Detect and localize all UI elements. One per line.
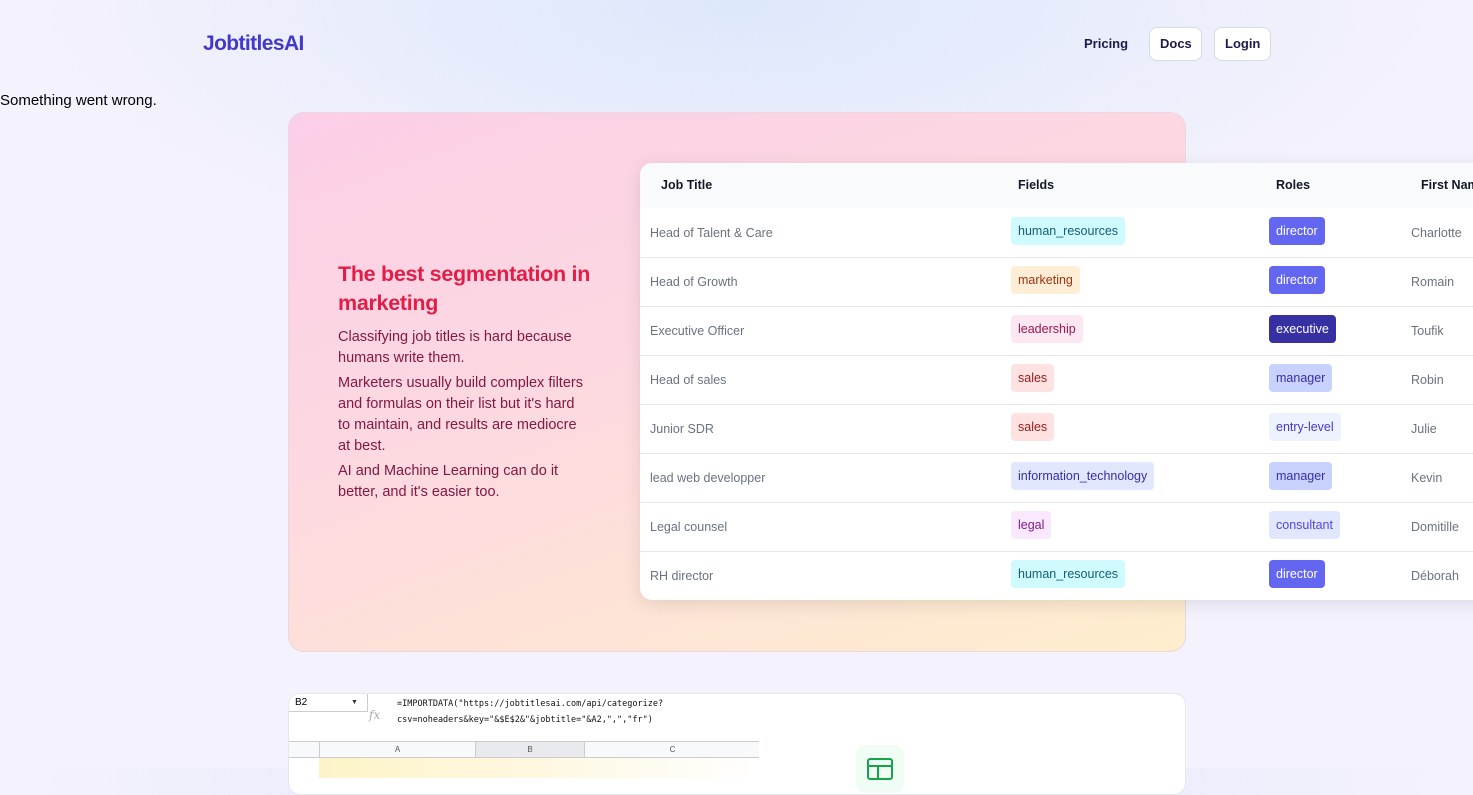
job-title-cell: Head of Growth <box>650 275 738 289</box>
table-row: Head of Growth marketing director Romain <box>640 257 1473 307</box>
docs-button[interactable]: Docs <box>1149 27 1202 61</box>
field-badge: human_resources <box>1011 560 1126 588</box>
table-header: Job Title Fields Roles First Nam <box>640 163 1473 208</box>
hero-paragraph: Classifying job titles is hard because h… <box>338 329 572 366</box>
table-row: Executive Officer leadership executive Touf… <box>640 306 1473 356</box>
column-header-roles: Roles <box>1276 178 1311 192</box>
example-table: Job Title Fields Roles First Nam Head of… <box>640 163 1473 600</box>
column-header-job-title: Job Title <box>661 178 713 192</box>
role-badge: manager <box>1269 364 1333 392</box>
field-badge: human_resources <box>1011 217 1126 245</box>
role-badge: executive <box>1269 315 1336 343</box>
field-badge: leadership <box>1011 315 1083 343</box>
first-name-cell: Julie <box>1411 422 1437 436</box>
job-title-cell: Legal counsel <box>650 520 728 534</box>
first-name-cell: Robin <box>1411 373 1444 387</box>
hero-paragraph: AI and Machine Learning can do it better… <box>338 463 559 500</box>
first-name-cell: Romain <box>1411 275 1455 289</box>
table-row: Legal counsel legal consultant Domitille <box>640 502 1473 552</box>
login-button[interactable]: Login <box>1214 27 1271 61</box>
table-row: Head of Talent & Care human_resources dire… <box>640 208 1473 258</box>
formula-line: csv=noheaders&key="&$E$2&"&jobtitle="&A2… <box>397 715 653 725</box>
first-name-cell: Charlotte <box>1411 226 1462 240</box>
table-row: RH director human_resources director Débora… <box>640 551 1473 600</box>
field-badge: information_technology <box>1011 462 1155 490</box>
field-badge: marketing <box>1011 266 1080 294</box>
spreadsheet-preview: B2 ▼ fx =IMPORTDATA("https://jobtitlesai… <box>288 693 1186 795</box>
field-badge: sales <box>1011 364 1055 392</box>
job-title-cell: Junior SDR <box>650 422 714 436</box>
spreadsheet-row <box>319 758 759 778</box>
field-badge: legal <box>1011 511 1052 539</box>
chevron-down-icon: ▼ <box>351 699 358 706</box>
first-name-cell: Déborah <box>1411 569 1459 583</box>
hero-title: The best segmentation in marketing <box>338 262 591 315</box>
role-badge: director <box>1269 266 1325 294</box>
field-badge: sales <box>1011 413 1055 441</box>
role-badge: manager <box>1269 462 1333 490</box>
column-c: C <box>584 742 760 757</box>
role-badge: consultant <box>1269 511 1340 539</box>
table-row: Junior SDR sales entry-level Julie <box>640 404 1473 454</box>
first-name-cell: Toufik <box>1411 324 1444 338</box>
job-title-cell: Executive Officer <box>650 324 745 338</box>
column-header-fields: Fields <box>1018 178 1055 192</box>
role-badge: director <box>1269 217 1325 245</box>
role-badge: entry-level <box>1269 413 1341 441</box>
pricing-link[interactable]: Pricing <box>1072 28 1140 60</box>
logo[interactable]: JobtitlesAI <box>203 32 304 56</box>
table-row: Head of sales sales manager Robin <box>640 355 1473 405</box>
job-title-cell: RH director <box>650 569 714 583</box>
job-title-cell: Head of Talent & Care <box>650 226 773 240</box>
formula-line: =IMPORTDATA("https://jobtitlesai.com/api… <box>397 699 664 709</box>
job-title-cell: Head of sales <box>650 373 727 387</box>
formula-bar: =IMPORTDATA("https://jobtitlesai.com/api… <box>397 696 663 728</box>
role-badge: director <box>1269 560 1325 588</box>
first-name-cell: Kevin <box>1411 471 1443 485</box>
error-message: Something went wrong. <box>0 92 157 109</box>
column-headers: A B C <box>289 741 759 758</box>
column-header-first-name: First Nam <box>1421 178 1473 192</box>
job-title-cell: lead web developper <box>650 471 766 485</box>
formula-icon: fx <box>369 708 381 722</box>
google-sheets-icon <box>856 745 904 793</box>
first-name-cell: Domitille <box>1411 520 1459 534</box>
table-row: lead web developper information_technolog… <box>640 453 1473 503</box>
column-b: B <box>475 742 584 757</box>
column-a: A <box>319 742 475 757</box>
hero-paragraph: Marketers usually build complex filters … <box>338 375 583 454</box>
